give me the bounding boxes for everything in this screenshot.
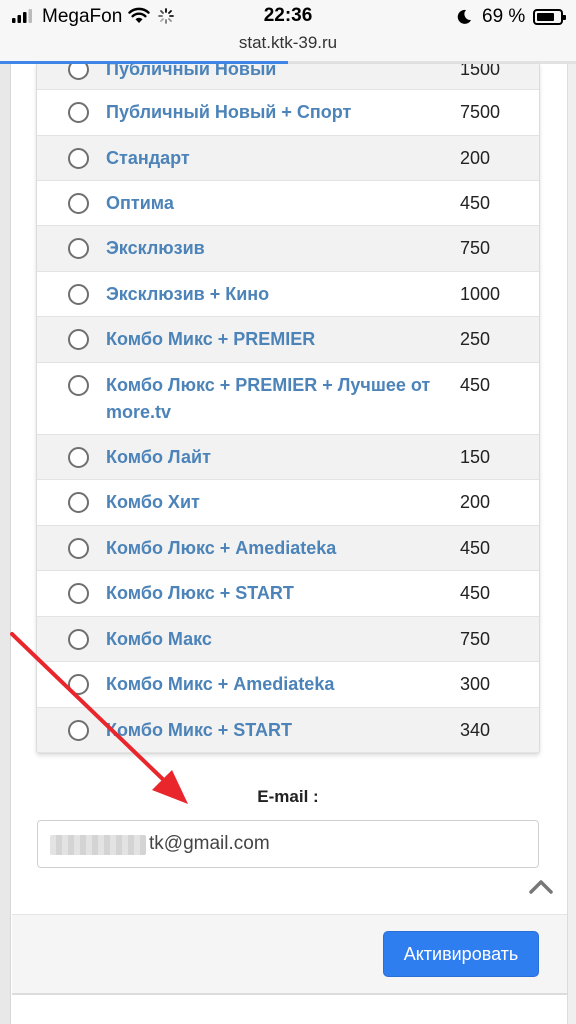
- tariff-price: 200: [460, 492, 491, 512]
- status-bar: MegaFon 22:36 69 %: [0, 0, 576, 34]
- battery-percent: 69 %: [482, 6, 526, 27]
- tariff-name: Комбо Лайт: [106, 447, 211, 467]
- tariff-price: 450: [460, 538, 491, 558]
- tariff-radio[interactable]: [68, 375, 89, 396]
- tariff-name: Комбо Люкс + PREMIER + Лучшее от more.tv: [106, 375, 431, 422]
- tariff-row[interactable]: Комбо Люкс + START 450: [37, 571, 539, 617]
- tariff-radio[interactable]: [68, 583, 89, 604]
- tariff-radio[interactable]: [68, 329, 89, 350]
- tariff-price: 7500: [460, 102, 501, 122]
- annotation-arrow-icon: [10, 632, 188, 804]
- tariff-row[interactable]: Эксклюзив + Кино 1000: [37, 272, 539, 317]
- battery-icon: [533, 9, 566, 25]
- tariff-radio[interactable]: [68, 148, 89, 169]
- tariff-price: 150: [460, 447, 491, 467]
- address-bar[interactable]: stat.ktk-39.ru: [0, 34, 576, 62]
- moon-icon: [457, 9, 471, 24]
- tariff-row[interactable]: Комбо Хит 200: [37, 480, 539, 526]
- tariff-price: 200: [460, 148, 491, 168]
- tariff-row[interactable]: Стандарт 200: [37, 136, 539, 181]
- tariff-price: 1000: [460, 284, 501, 304]
- tariff-radio[interactable]: [68, 193, 89, 214]
- tariff-price: 450: [460, 193, 491, 213]
- tariff-name: Стандарт: [106, 148, 190, 168]
- tariff-name: Оптима: [106, 193, 174, 213]
- tariff-radio[interactable]: [68, 284, 89, 305]
- tariff-price: 1500: [460, 64, 501, 79]
- tariff-row[interactable]: Комбо Микс + PREMIER 250: [37, 317, 539, 363]
- tariff-name: Комбо Хит: [106, 492, 200, 512]
- tariff-radio[interactable]: [68, 538, 89, 559]
- tariff-radio[interactable]: [68, 447, 89, 468]
- activate-button[interactable]: Активировать: [383, 931, 539, 977]
- tariff-row[interactable]: Комбо Люкс + Amediateka 450: [37, 526, 539, 571]
- chevron-up-icon[interactable]: [528, 878, 554, 896]
- tariff-price: 450: [460, 375, 491, 395]
- tariff-price: 340: [460, 720, 491, 740]
- tariff-radio[interactable]: [68, 238, 89, 259]
- tariff-row[interactable]: Публичный Новый 1500: [37, 64, 539, 90]
- tariff-row[interactable]: Публичный Новый + Спорт 7500: [37, 90, 539, 136]
- tariff-name: Комбо Люкс + Amediateka: [106, 538, 337, 558]
- tariff-price: 300: [460, 674, 491, 694]
- tariff-row[interactable]: Эксклюзив 750: [37, 226, 539, 272]
- tariff-row[interactable]: Комбо Лайт 150: [37, 435, 539, 480]
- page-right-edge: [567, 64, 576, 1024]
- tariff-price: 450: [460, 583, 491, 603]
- tariff-name: Публичный Новый + Спорт: [106, 102, 352, 122]
- tariff-radio[interactable]: [68, 492, 89, 513]
- tariff-name: Комбо Люкс + START: [106, 583, 294, 603]
- tariff-name: Публичный Новый: [106, 64, 277, 79]
- tariff-name: Комбо Микс + PREMIER: [106, 329, 316, 349]
- tariff-row[interactable]: Оптима 450: [37, 181, 539, 226]
- tariff-radio[interactable]: [68, 64, 89, 80]
- email-redaction: [50, 835, 146, 855]
- tariff-price: 250: [460, 329, 491, 349]
- tariff-radio[interactable]: [68, 102, 89, 123]
- url-text: stat.ktk-39.ru: [238, 33, 338, 52]
- tariff-price: 750: [460, 629, 491, 649]
- tariff-row[interactable]: Комбо Люкс + PREMIER + Лучшее от more.tv…: [37, 363, 539, 435]
- tariff-price: 750: [460, 238, 491, 258]
- tariff-name: Эксклюзив: [106, 238, 205, 258]
- tariff-name: Эксклюзив + Кино: [106, 284, 270, 304]
- footer-divider: [12, 993, 567, 995]
- page-left-edge: [0, 64, 11, 1024]
